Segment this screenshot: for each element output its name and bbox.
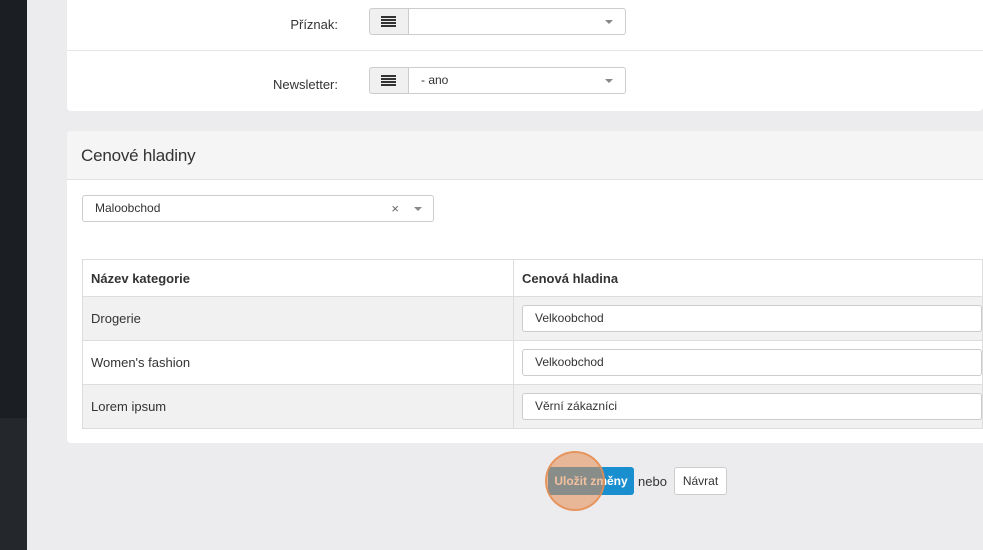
price-level-cell: Věrní zákazníci [513,384,983,429]
price-level-cell: Velkoobchod [513,340,983,385]
list-icon [381,74,396,87]
chevron-down-icon [414,207,422,211]
list-icon [381,15,396,28]
flag-row: Příznak: [67,0,983,51]
price-level-value: Maloobchod [95,201,161,215]
row-price-level-select[interactable]: Velkoobchod [522,305,982,332]
clear-icon[interactable]: × [391,196,399,221]
panel-title: Cenové hladiny [81,146,196,165]
category-cell: Women's fashion [82,340,514,385]
column-header-price-level: Cenová hladina [513,259,983,297]
category-cell: Lorem ipsum [82,384,514,429]
category-cell: Drogerie [82,296,514,341]
newsletter-label: Newsletter: [272,77,338,92]
price-level-cell: Velkoobchod [513,296,983,341]
newsletter-list-button[interactable] [369,67,409,94]
flag-list-button[interactable] [369,8,409,35]
column-header-category: Název kategorie [82,259,514,297]
save-changes-button[interactable]: Uložit změny [548,467,634,495]
customer-form-panel: Příznak: Newsletter: - ano [67,0,983,111]
sidebar-footer [0,418,27,550]
table-row: Drogerie Velkoobchod [82,296,983,341]
chevron-down-icon [605,20,613,24]
price-level-select[interactable]: Maloobchod × [82,195,434,222]
table-row: Lorem ipsum Věrní zákazníci [82,384,983,429]
category-price-table: Název kategorie Cenová hladina Drogerie … [82,259,983,429]
row-price-level-select[interactable]: Věrní zákazníci [522,393,982,420]
main-content: Příznak: Newsletter: - ano Cenové hladin… [27,0,983,550]
newsletter-row: Newsletter: - ano [67,53,983,104]
flag-select[interactable] [408,8,626,35]
or-text: nebo [638,474,667,489]
row-price-level-select[interactable]: Velkoobchod [522,349,982,376]
chevron-down-icon [605,79,613,83]
table-header-row: Název kategorie Cenová hladina [82,259,983,297]
newsletter-select[interactable]: - ano [408,67,626,94]
table-row: Women's fashion Velkoobchod [82,340,983,385]
flag-label: Příznak: [290,17,338,32]
back-button[interactable]: Návrat [674,467,727,495]
price-levels-panel: Cenové hladiny Maloobchod × Název katego… [67,131,983,443]
app-sidebar [0,0,27,550]
newsletter-select-value: - ano [421,73,449,87]
panel-header: Cenové hladiny [67,131,983,180]
